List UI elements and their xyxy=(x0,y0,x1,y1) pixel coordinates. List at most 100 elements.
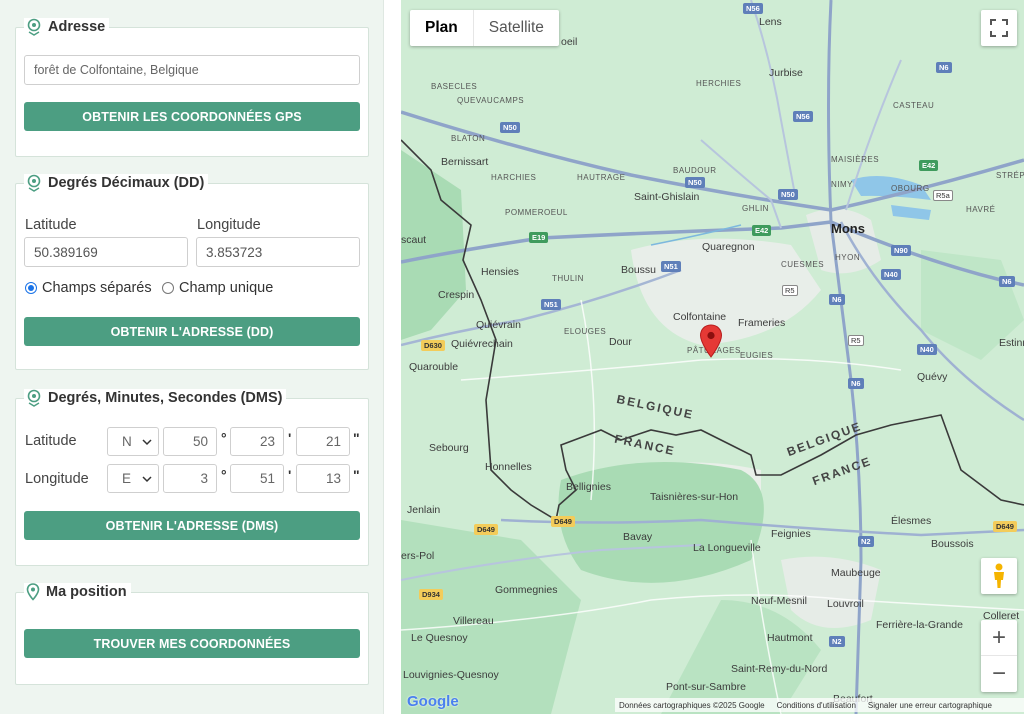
lat-direction-select[interactable]: N xyxy=(107,427,159,456)
zoom-control: + − xyxy=(981,620,1017,692)
map-label-quevaucamps: QUEVAUCAMPS xyxy=(457,96,525,105)
lat-seconds-input[interactable]: 21 xyxy=(296,427,350,456)
map-label-herchies: HERCHIES xyxy=(696,79,742,88)
road-shield-d649: D649 xyxy=(551,516,575,527)
map-label-neuf-mesnil: Neuf-Mesnil xyxy=(751,595,808,607)
map-label-taisnieres: Taisnières-sur-Hon xyxy=(650,491,739,503)
location-marker-icon[interactable] xyxy=(699,324,723,358)
map-label-maubeuge: Maubeuge xyxy=(831,567,881,579)
radio-separate-label: Champs séparés xyxy=(42,280,152,296)
minute-symbol: ' xyxy=(288,467,292,483)
radio-separate-fields[interactable]: Champs séparés xyxy=(25,280,152,296)
lon-degrees-input[interactable]: 3 xyxy=(163,464,217,493)
map-label-sebourg: Sebourg xyxy=(429,442,469,454)
minute-symbol: ' xyxy=(288,430,292,446)
road-shield-n2: N2 xyxy=(829,636,845,647)
get-gps-coordinates-button[interactable]: OBTENIR LES COORDONNÉES GPS xyxy=(24,102,360,131)
road-shield-n6: N6 xyxy=(999,276,1015,287)
road-shield-n90: N90 xyxy=(891,245,911,256)
map-label-pont-sur-sambre: Pont-sur-Sambre xyxy=(666,681,746,693)
get-address-dms-button[interactable]: OBTENIR L'ADRESSE (DMS) xyxy=(24,511,360,540)
road-shield-n6: N6 xyxy=(848,378,864,389)
map-label-havre: HAVRÉ xyxy=(966,205,996,214)
road-shield-d649: D649 xyxy=(993,521,1017,532)
lon-minutes-input[interactable]: 51 xyxy=(230,464,284,493)
map-label-hyon: HYON xyxy=(835,253,861,262)
map-label-hensies: Hensies xyxy=(481,266,519,278)
tab-plan[interactable]: Plan xyxy=(410,10,473,46)
road-shield-n56: N56 xyxy=(793,111,813,122)
find-my-coordinates-button[interactable]: TROUVER MES COORDONNÉES xyxy=(24,629,360,658)
map-label-dour: Dour xyxy=(609,336,632,348)
map-label-louvignies: Louvignies-Quesnoy xyxy=(403,669,499,681)
map-label-saint-ghislain: Saint-Ghislain xyxy=(634,191,700,203)
map-label-baudour: BAUDOUR xyxy=(673,166,717,175)
fullscreen-icon xyxy=(990,19,1008,37)
map-label-basecles: BASECLES xyxy=(431,82,478,91)
dd-latitude-input[interactable]: 50.389169 xyxy=(24,237,188,267)
location-pin-icon xyxy=(26,174,42,192)
terms-link[interactable]: Conditions d'utilisation xyxy=(777,701,856,710)
map-label-jenlain: Jenlain xyxy=(407,504,441,516)
map-label-saint-remy: Saint-Remy-du-Nord xyxy=(731,663,828,675)
road-shield-d934: D934 xyxy=(419,589,443,600)
dd-longitude-label: Longitude xyxy=(197,217,261,233)
dms-card-title: Degrés, Minutes, Secondes (DMS) xyxy=(24,389,287,407)
position-card-title: Ma position xyxy=(24,583,131,601)
map-data-credit: Données cartographiques ©2025 Google xyxy=(619,700,765,710)
lon-seconds-input[interactable]: 13 xyxy=(296,464,350,493)
road-shield-n51: N51 xyxy=(541,299,561,310)
radio-button-checked[interactable] xyxy=(25,282,37,294)
dms-latitude-label: Latitude xyxy=(25,433,77,449)
address-input-value: forêt de Colfontaine, Belgique xyxy=(34,63,199,77)
map-label-feignies: Feignies xyxy=(771,528,811,540)
map-label-strepy: STRÉPY xyxy=(996,171,1024,180)
map-label-la-longueville: La Longueville xyxy=(693,542,761,554)
google-logo[interactable]: Google xyxy=(407,693,459,710)
road-shield-e42: E42 xyxy=(752,225,772,236)
location-pin-icon xyxy=(26,18,42,36)
coordinates-panel: Adresse forêt de Colfontaine, Belgique O… xyxy=(0,0,384,714)
map-label-gommegnies: Gommegnies xyxy=(495,584,558,596)
tab-satellite[interactable]: Satellite xyxy=(472,10,559,46)
address-card: Adresse forêt de Colfontaine, Belgique O… xyxy=(15,18,369,157)
report-error-link[interactable]: Signaler une erreur cartographique xyxy=(868,701,992,710)
zoom-out-button[interactable]: − xyxy=(981,656,1017,692)
pegman-icon xyxy=(994,563,1004,588)
road-shield-d630: D630 xyxy=(421,340,445,351)
map-label-elesmes: Élesmes xyxy=(891,515,932,527)
location-pin-icon xyxy=(26,389,42,407)
map-label-obourg: OBOURG xyxy=(891,184,930,193)
dd-card-title: Degrés Décimaux (DD) xyxy=(24,174,209,192)
road-shield-r5: R5 xyxy=(782,285,798,296)
lat-minutes-input[interactable]: 23 xyxy=(230,427,284,456)
road-shield-n6: N6 xyxy=(829,294,845,305)
second-symbol: " xyxy=(353,467,360,483)
road-shield-n50: N50 xyxy=(778,189,798,200)
dms-title: Degrés, Minutes, Secondes (DMS) xyxy=(48,390,283,406)
my-position-card: Ma position TROUVER MES COORDONNÉES xyxy=(15,583,369,685)
road-shield-n50: N50 xyxy=(500,122,520,133)
map-label-bavay: Bavay xyxy=(623,531,653,543)
fullscreen-button[interactable] xyxy=(981,10,1017,46)
street-view-pegman-button[interactable] xyxy=(981,558,1017,594)
address-input[interactable]: forêt de Colfontaine, Belgique xyxy=(24,55,360,85)
map-label-ghlin: GHLIN xyxy=(742,204,769,213)
dd-longitude-input[interactable]: 3.853723 xyxy=(196,237,360,267)
dd-latitude-value: 50.389169 xyxy=(34,244,98,260)
zoom-in-button[interactable]: + xyxy=(981,620,1017,656)
lon-direction-select[interactable]: E xyxy=(107,464,159,493)
map-label-honnelles: Honnelles xyxy=(485,461,532,473)
lat-degrees-input[interactable]: 50 xyxy=(163,427,217,456)
dd-longitude-value: 3.853723 xyxy=(206,244,263,260)
road-shield-n50: N50 xyxy=(685,177,705,188)
map-view[interactable]: Lens Jurbise HERCHIES CASTEAU BASECLES Q… xyxy=(401,0,1024,714)
road-shield-n2: N2 xyxy=(858,536,874,547)
address-title: Adresse xyxy=(48,19,106,35)
get-address-dd-button[interactable]: OBTENIR L'ADRESSE (DD) xyxy=(24,317,360,346)
degree-symbol: ° xyxy=(221,430,227,446)
map-label-quievrechain: Quiévrechain xyxy=(451,338,513,350)
map-label-eugies: EUGIES xyxy=(740,351,774,360)
radio-single-field[interactable]: Champ unique xyxy=(162,280,273,296)
radio-button-unchecked[interactable] xyxy=(162,282,174,294)
